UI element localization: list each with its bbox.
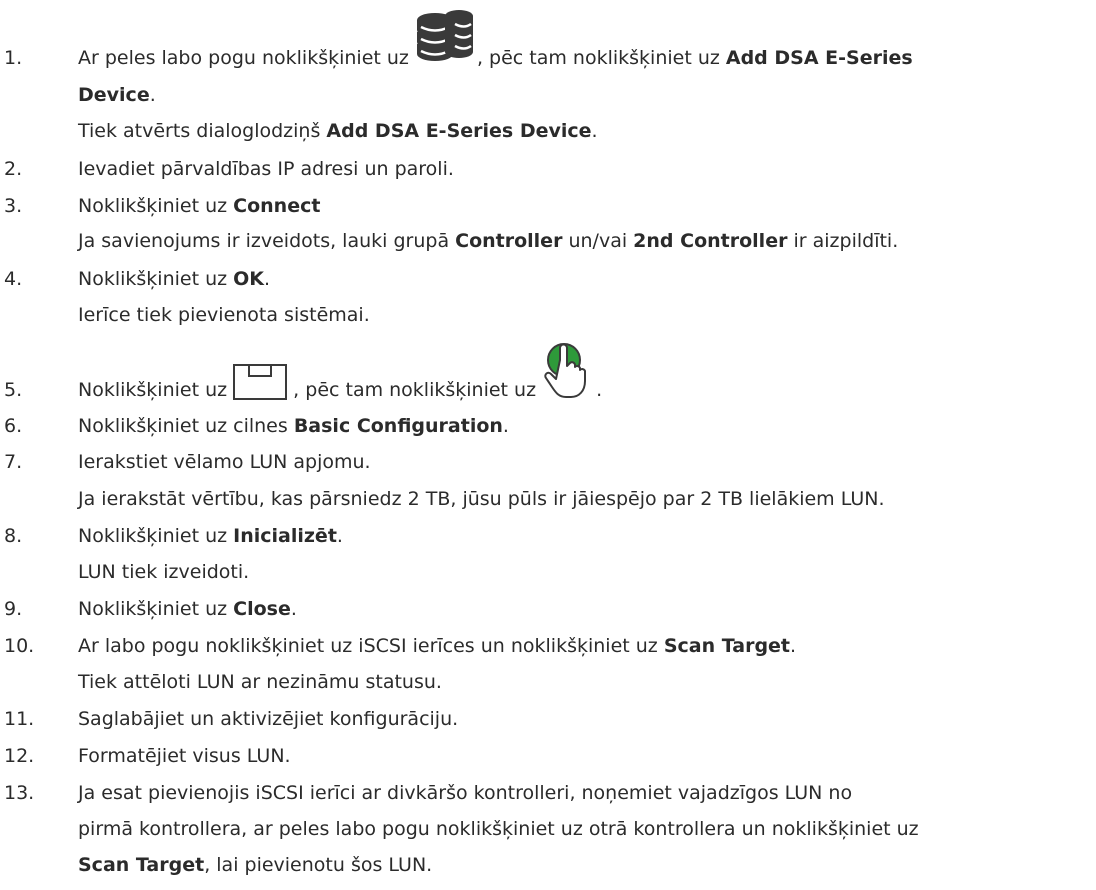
step-text: Ierīce tiek pievienota sistēmai. — [78, 304, 370, 326]
step-line: Tiek atvērts dialoglodziņš Add DSA E-Ser… — [78, 119, 598, 143]
step-line: Scan Target, lai pievienotu šos LUN. — [78, 853, 432, 877]
database-stack-icon — [415, 10, 477, 70]
step-text: , lai pievienotu šos LUN. — [204, 854, 433, 876]
step-line: Noklikšķiniet uz OK. — [78, 267, 270, 291]
step-text: Ja savienojums ir izveidots, lauki grupā — [78, 230, 456, 252]
step-number: 12. — [4, 745, 35, 767]
step-line: Ja esat pievienojis iSCSI ierīci ar divk… — [78, 781, 852, 805]
step-text: Tiek atvērts dialoglodziņš — [78, 120, 327, 142]
step-line: Saglabājiet un aktivizējiet konfigurācij… — [78, 707, 458, 731]
ui-term: Scan Target — [663, 635, 791, 657]
step-text: Noklikšķiniet uz cilnes — [78, 415, 294, 437]
ui-term: OK — [233, 268, 265, 290]
ui-term: Close — [233, 598, 291, 620]
step-text: Noklikšķiniet uz — [78, 268, 234, 290]
step-text: Ar peles labo pogu noklikšķiniet uz — [78, 47, 415, 69]
ui-term: Connect — [233, 195, 321, 217]
step-text: Noklikšķiniet uz — [78, 195, 234, 217]
step-text: . — [790, 635, 797, 657]
step-text: Ar labo pogu noklikšķiniet uz iSCSI ierī… — [78, 635, 664, 657]
step-number: 2. — [4, 158, 23, 180]
step-number: 1. — [4, 47, 23, 69]
procedure-document: 1. Ar peles labo pogu noklikšķiniet uz , … — [0, 0, 1096, 890]
step-text: Tiek attēloti LUN ar nezināmu statusu. — [78, 671, 442, 693]
step-text: . — [590, 379, 603, 401]
step-line: Ar peles labo pogu noklikšķiniet uz , pē… — [78, 10, 913, 70]
step-line: Tiek attēloti LUN ar nezināmu statusu. — [78, 670, 442, 694]
storage-device-icon — [233, 364, 288, 402]
step-text: . — [149, 84, 156, 106]
step-text: Saglabājiet un aktivizējiet konfigurācij… — [78, 708, 459, 730]
step-number: 5. — [4, 379, 23, 401]
step-line: Noklikšķiniet uz Close. — [78, 597, 297, 621]
step-text: , pēc tam noklikšķiniet uz — [287, 379, 543, 401]
step-text: un/vai — [562, 230, 634, 252]
step-line: Ar labo pogu noklikšķiniet uz iSCSI ierī… — [78, 634, 796, 658]
step-number: 13. — [4, 782, 35, 804]
step-text: . — [290, 598, 297, 620]
step-text: LUN tiek izveidoti. — [78, 561, 250, 583]
ui-term: Scan Target — [78, 854, 205, 876]
step-text: . — [336, 525, 343, 547]
step-line: LUN tiek izveidoti. — [78, 560, 249, 584]
step-text: Ja ierakstāt vērtību, kas pārsniedz 2 TB… — [78, 488, 885, 510]
step-number: 4. — [4, 268, 23, 290]
step-number: 8. — [4, 525, 23, 547]
step-text: Ierakstiet vēlamo LUN apjomu. — [78, 451, 371, 473]
step-line: Ierīce tiek pievienota sistēmai. — [78, 303, 370, 327]
step-number: 9. — [4, 598, 23, 620]
step-text: ir aizpildīti. — [787, 230, 899, 252]
step-line: Ierakstiet vēlamo LUN apjomu. — [78, 450, 371, 474]
step-line: Device. — [78, 83, 156, 107]
step-line: Formatējiet visus LUN. — [78, 744, 291, 768]
step-number: 3. — [4, 195, 23, 217]
step-number: 6. — [4, 415, 23, 437]
ui-term: Controller — [455, 230, 563, 252]
step-text: Ievadiet pārvaldības IP adresi un paroli… — [78, 158, 454, 180]
step-line: Noklikšķiniet uz , pēc tam noklikšķiniet… — [78, 343, 603, 402]
step-line: Noklikšķiniet uz Inicializēt. — [78, 524, 343, 548]
step-text: . — [264, 268, 271, 290]
step-line: Noklikšķiniet uz cilnes Basic Configurat… — [78, 414, 509, 438]
step-text: Formatējiet visus LUN. — [78, 745, 291, 767]
step-text: . — [591, 120, 598, 142]
step-number: 10. — [4, 635, 35, 657]
step-line: pirmā kontrollera, ar peles labo pogu no… — [78, 817, 919, 841]
step-line: Ja savienojums ir izveidots, lauki grupā… — [78, 229, 898, 253]
ui-term: Add DSA E-Series — [725, 47, 913, 69]
ui-term: Device — [78, 84, 150, 106]
ui-term: Inicializēt — [233, 525, 337, 547]
step-text: , pēc tam noklikšķiniet uz — [476, 47, 726, 69]
step-line: Ja ierakstāt vērtību, kas pārsniedz 2 TB… — [78, 487, 885, 511]
step-number: 7. — [4, 451, 23, 473]
step-text: pirmā kontrollera, ar peles labo pogu no… — [78, 818, 919, 840]
step-number: 11. — [4, 708, 35, 730]
step-text: Noklikšķiniet uz — [78, 598, 234, 620]
green-hand-pointer-icon — [542, 343, 590, 402]
step-line: Ievadiet pārvaldības IP adresi un paroli… — [78, 157, 454, 181]
step-line: Noklikšķiniet uz Connect — [78, 194, 320, 218]
step-text: Noklikšķiniet uz — [78, 379, 234, 401]
step-text: . — [502, 415, 509, 437]
ui-term: Add DSA E-Series Device — [326, 120, 592, 142]
ui-term: Basic Configuration — [293, 415, 503, 437]
ui-term: 2nd Controller — [633, 230, 788, 252]
step-text: Ja esat pievienojis iSCSI ierīci ar divk… — [78, 782, 853, 804]
step-text: Noklikšķiniet uz — [78, 525, 234, 547]
